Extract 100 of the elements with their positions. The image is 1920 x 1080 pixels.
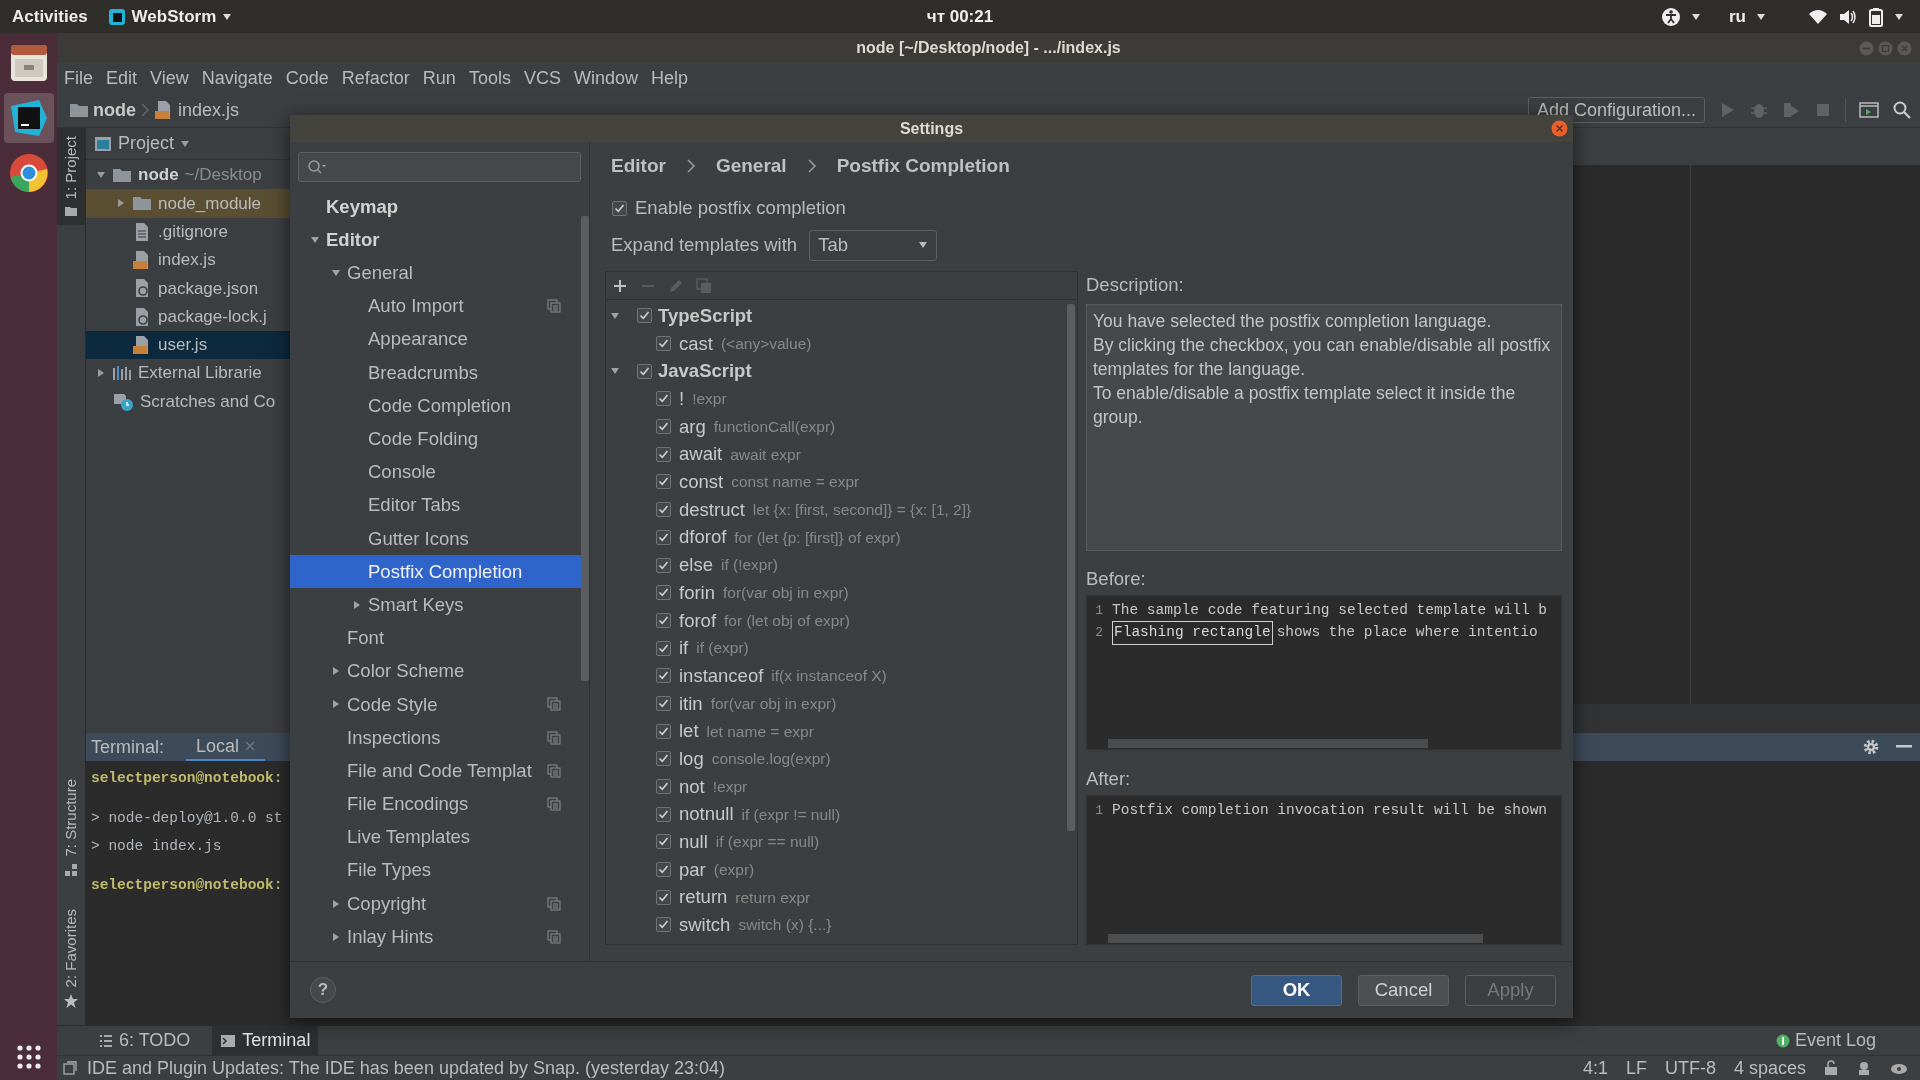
settings-tree-item[interactable]: Appearance <box>290 322 581 356</box>
lock-icon[interactable] <box>1824 1060 1838 1076</box>
language-indicator[interactable]: ru <box>1729 3 1746 30</box>
checkbox[interactable] <box>656 779 671 795</box>
status-message[interactable]: IDE and Plugin Updates: The IDE has been updated by Snap. (yesterday 23:04) <box>77 1054 726 1080</box>
project-tree-item[interactable]: node_module <box>86 189 290 218</box>
checkbox[interactable] <box>656 585 671 601</box>
settings-tree-item[interactable]: Copyright <box>290 886 581 921</box>
settings-tree-item[interactable]: File Types <box>290 853 581 887</box>
caret-right-icon[interactable] <box>352 599 362 610</box>
menu-item[interactable]: VCS <box>523 64 561 92</box>
checkbox[interactable] <box>656 889 671 905</box>
caret-right-icon[interactable] <box>331 931 341 942</box>
menu-item[interactable]: Tools <box>468 64 511 92</box>
caret-down-icon[interactable] <box>222 11 233 22</box>
checkbox[interactable] <box>656 529 671 545</box>
settings-tree-item[interactable]: File Encodings <box>290 787 581 821</box>
caret-down-icon[interactable] <box>610 310 620 321</box>
settings-tree-item[interactable]: Auto Import <box>290 289 581 323</box>
scrollbar-thumb[interactable] <box>1108 933 1483 943</box>
event-log-button[interactable]: Event Log <box>1775 1027 1920 1054</box>
settings-tree-item[interactable]: File and Code Templat <box>290 754 581 788</box>
checkbox[interactable] <box>656 612 671 628</box>
settings-tree-item[interactable]: Inspections <box>290 721 581 755</box>
settings-tree-item[interactable]: Gutter Icons <box>290 521 581 556</box>
checkbox[interactable] <box>656 557 671 573</box>
settings-tree-item[interactable]: Code Folding <box>290 422 581 456</box>
checkbox[interactable] <box>612 200 627 216</box>
add-icon[interactable] <box>612 277 628 294</box>
settings-tree-item[interactable]: Color Scheme <box>290 654 581 688</box>
terminal-window-icon[interactable] <box>1858 100 1880 120</box>
checkbox[interactable] <box>637 363 652 379</box>
help-button[interactable]: ? <box>310 977 336 1003</box>
ide-app-icon[interactable] <box>3 93 54 143</box>
checkbox[interactable] <box>656 695 671 711</box>
menu-item[interactable]: Window <box>573 64 638 92</box>
settings-tree-item[interactable]: Keymap <box>290 190 581 224</box>
settings-tree-item[interactable]: Live Templates <box>290 820 581 854</box>
checkbox[interactable] <box>656 723 671 739</box>
status-item[interactable]: 4:1 <box>1582 1054 1608 1080</box>
search-icon[interactable] <box>1892 100 1912 120</box>
app-menu[interactable]: WebStorm <box>131 3 217 30</box>
settings-tree-item[interactable]: General <box>290 256 581 290</box>
settings-tree-item[interactable]: Code Completion <box>290 389 581 423</box>
menu-item[interactable]: Navigate <box>201 64 273 92</box>
settings-icon[interactable] <box>1862 738 1880 756</box>
status-item[interactable]: LF <box>1625 1054 1647 1080</box>
checkbox[interactable] <box>656 474 671 490</box>
checkbox[interactable] <box>656 751 671 767</box>
checkbox[interactable] <box>656 640 671 656</box>
clock[interactable]: чт 00:21 <box>926 3 994 30</box>
status-item[interactable]: 4 spaces <box>1733 1054 1806 1080</box>
settings-tree-item[interactable]: Code Style <box>290 687 581 721</box>
menu-item[interactable]: Code <box>285 64 329 92</box>
caret-down-icon[interactable] <box>1691 11 1701 22</box>
settings-tree-item[interactable]: Breadcrumbs <box>290 355 581 390</box>
checkbox[interactable] <box>656 336 671 352</box>
settings-tree-item[interactable]: Inlay Hints <box>290 920 581 954</box>
wifi-icon[interactable] <box>1808 7 1828 26</box>
checkbox[interactable] <box>656 862 671 878</box>
window-icon[interactable] <box>63 1061 77 1075</box>
checkbox[interactable] <box>656 917 671 933</box>
settings-tree-item[interactable]: Editor Tabs <box>290 488 581 522</box>
settings-tree-item[interactable]: Postfix Completion <box>290 555 581 589</box>
tool-window-button[interactable]: 2: Favorites <box>57 900 85 1017</box>
caret-down-icon[interactable] <box>310 234 320 245</box>
menu-item[interactable]: Refactor <box>341 64 410 92</box>
menu-item[interactable]: Help <box>650 64 688 92</box>
scrollbar-thumb[interactable] <box>581 216 589 681</box>
accessibility-icon[interactable] <box>1661 6 1681 27</box>
activities-button[interactable]: Activities <box>0 3 108 30</box>
tool-window-button[interactable]: 1: Project <box>57 128 85 226</box>
checkbox[interactable] <box>656 446 671 462</box>
settings-tree-item[interactable]: Editor <box>290 223 581 257</box>
checkbox[interactable] <box>656 668 671 684</box>
menu-item[interactable]: Run <box>422 64 456 92</box>
caret-down-icon[interactable] <box>1894 11 1904 22</box>
tool-window-button[interactable]: 6: TODO <box>91 1025 199 1056</box>
settings-tree-item[interactable]: Console <box>290 455 581 489</box>
menu-item[interactable]: View <box>150 64 189 92</box>
close-icon[interactable] <box>1551 120 1568 137</box>
breadcrumb-item[interactable]: index.js <box>178 96 240 124</box>
tool-window-button[interactable]: Terminal <box>212 1025 319 1056</box>
scrollbar-thumb[interactable] <box>1067 304 1075 831</box>
project-tree-item[interactable]: user.js <box>86 330 290 360</box>
caret-right-icon[interactable] <box>116 198 126 209</box>
dialog-button[interactable]: Cancel <box>1358 974 1449 1006</box>
caret-right-icon[interactable] <box>331 666 341 677</box>
caret-down-icon[interactable] <box>331 267 341 278</box>
scrollbar-thumb[interactable] <box>1108 738 1428 748</box>
volume-icon[interactable] <box>1838 7 1858 26</box>
caret-down-icon[interactable] <box>1756 11 1766 22</box>
caret-right-icon[interactable] <box>331 699 341 710</box>
menu-item[interactable]: Edit <box>106 64 138 92</box>
settings-tree-item[interactable]: Font <box>290 621 581 655</box>
caret-right-icon[interactable] <box>96 368 106 379</box>
status-item[interactable]: UTF-8 <box>1664 1054 1716 1080</box>
app-grid-icon[interactable] <box>15 1044 42 1070</box>
caret-down-icon[interactable] <box>918 240 929 250</box>
minimize-icon[interactable] <box>1896 745 1912 749</box>
